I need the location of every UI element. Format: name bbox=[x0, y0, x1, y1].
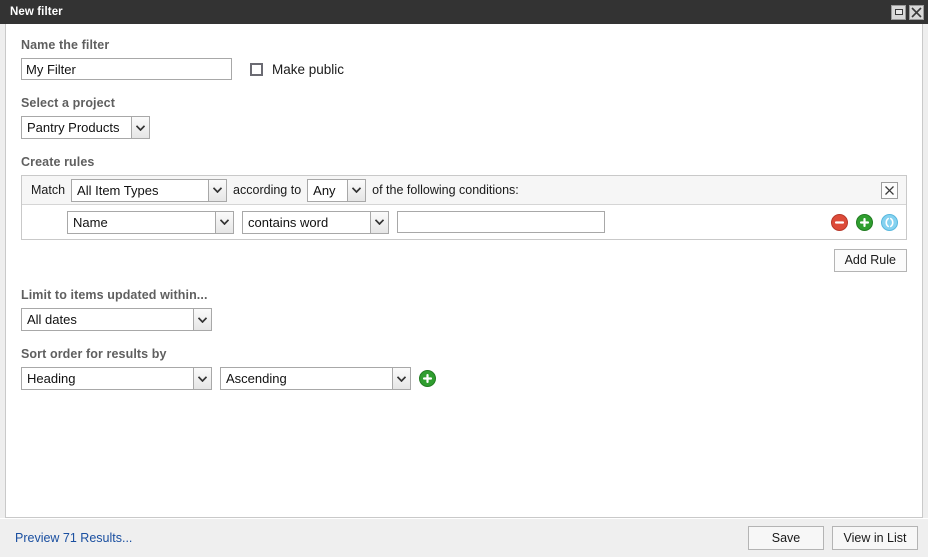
name-filter-section: Name the filter Make public bbox=[21, 38, 907, 80]
project-select-value: Pantry Products bbox=[22, 117, 131, 138]
rule-action-buttons bbox=[831, 214, 898, 231]
select-project-section: Select a project Pantry Products bbox=[21, 96, 907, 139]
chevron-down-icon bbox=[193, 368, 211, 389]
limit-dates-select[interactable]: All dates bbox=[21, 308, 212, 331]
remove-rule-button[interactable] bbox=[831, 214, 848, 231]
limit-dates-select-value: All dates bbox=[22, 309, 193, 330]
window-controls bbox=[891, 5, 924, 20]
window-title: New filter bbox=[10, 6, 63, 18]
close-button[interactable] bbox=[909, 5, 924, 20]
plus-circle-icon bbox=[419, 370, 436, 387]
sort-direction-select-value: Ascending bbox=[221, 368, 392, 389]
sort-order-section: Sort order for results by Heading Ascend… bbox=[21, 347, 907, 390]
dialog-footer: Preview 71 Results... Save View in List bbox=[0, 518, 928, 557]
sort-field-select-value: Heading bbox=[22, 368, 193, 389]
any-all-select-value: Any bbox=[308, 180, 347, 201]
add-rule-inline-button[interactable] bbox=[856, 214, 873, 231]
item-type-select-value: All Item Types bbox=[72, 180, 208, 201]
sort-direction-select[interactable]: Ascending bbox=[220, 367, 411, 390]
any-all-select[interactable]: Any bbox=[307, 179, 366, 202]
table-row: Name contains word bbox=[22, 205, 906, 239]
chevron-down-icon bbox=[208, 180, 226, 201]
project-select[interactable]: Pantry Products bbox=[21, 116, 150, 139]
rule-operator-select-value: contains word bbox=[243, 212, 370, 233]
view-in-list-button[interactable]: View in List bbox=[832, 526, 918, 550]
name-filter-row: Make public bbox=[21, 58, 907, 80]
limit-dates-section: Limit to items updated within... All dat… bbox=[21, 288, 907, 331]
sort-order-row: Heading Ascending bbox=[21, 367, 907, 390]
close-icon bbox=[911, 7, 922, 18]
plus-circle-icon bbox=[856, 214, 873, 231]
add-sort-button[interactable] bbox=[419, 370, 436, 387]
rules-panel: Match All Item Types according to Any bbox=[21, 175, 907, 240]
brackets-circle-icon bbox=[881, 214, 898, 231]
chevron-down-icon bbox=[347, 180, 365, 201]
sort-order-label: Sort order for results by bbox=[21, 347, 907, 361]
remove-rule-group-button[interactable] bbox=[881, 182, 898, 199]
make-public-checkbox[interactable] bbox=[250, 63, 263, 76]
chevron-down-icon bbox=[370, 212, 388, 233]
add-rule-button[interactable]: Add Rule bbox=[834, 249, 907, 272]
chevron-down-icon bbox=[193, 309, 211, 330]
chevron-down-icon bbox=[392, 368, 410, 389]
chevron-down-icon bbox=[131, 117, 149, 138]
create-rules-label: Create rules bbox=[21, 155, 907, 169]
name-filter-label: Name the filter bbox=[21, 38, 907, 52]
save-button[interactable]: Save bbox=[748, 526, 824, 550]
chevron-down-icon bbox=[215, 212, 233, 233]
conditions-suffix-label: of the following conditions: bbox=[372, 183, 519, 197]
preview-results-link[interactable]: Preview 71 Results... bbox=[15, 531, 132, 545]
item-type-select[interactable]: All Item Types bbox=[71, 179, 227, 202]
filter-name-input[interactable] bbox=[21, 58, 232, 80]
minus-circle-icon bbox=[831, 214, 848, 231]
add-rule-row: Add Rule bbox=[21, 249, 907, 272]
rule-operator-select[interactable]: contains word bbox=[242, 211, 389, 234]
window-titlebar: New filter bbox=[0, 0, 928, 24]
restore-button[interactable] bbox=[891, 5, 906, 20]
create-rules-section: Create rules Match All Item Types accord… bbox=[21, 155, 907, 272]
make-public-control[interactable]: Make public bbox=[250, 62, 344, 77]
filter-form-panel: Name the filter Make public Select a pro… bbox=[5, 24, 923, 518]
close-icon bbox=[884, 185, 895, 196]
rules-group-header: Match All Item Types according to Any bbox=[22, 176, 906, 205]
sort-field-select[interactable]: Heading bbox=[21, 367, 212, 390]
new-filter-window: New filter Name the filter Make public bbox=[0, 0, 928, 557]
footer-buttons: Save View in List bbox=[748, 526, 918, 550]
rule-value-input[interactable] bbox=[397, 211, 605, 233]
limit-dates-label: Limit to items updated within... bbox=[21, 288, 907, 302]
rule-field-select[interactable]: Name bbox=[67, 211, 234, 234]
make-public-label: Make public bbox=[272, 62, 344, 77]
restore-icon bbox=[895, 9, 903, 15]
rule-field-select-value: Name bbox=[68, 212, 215, 233]
select-project-label: Select a project bbox=[21, 96, 907, 110]
add-subgroup-button[interactable] bbox=[881, 214, 898, 231]
according-to-label: according to bbox=[233, 183, 301, 197]
match-label: Match bbox=[31, 183, 65, 197]
